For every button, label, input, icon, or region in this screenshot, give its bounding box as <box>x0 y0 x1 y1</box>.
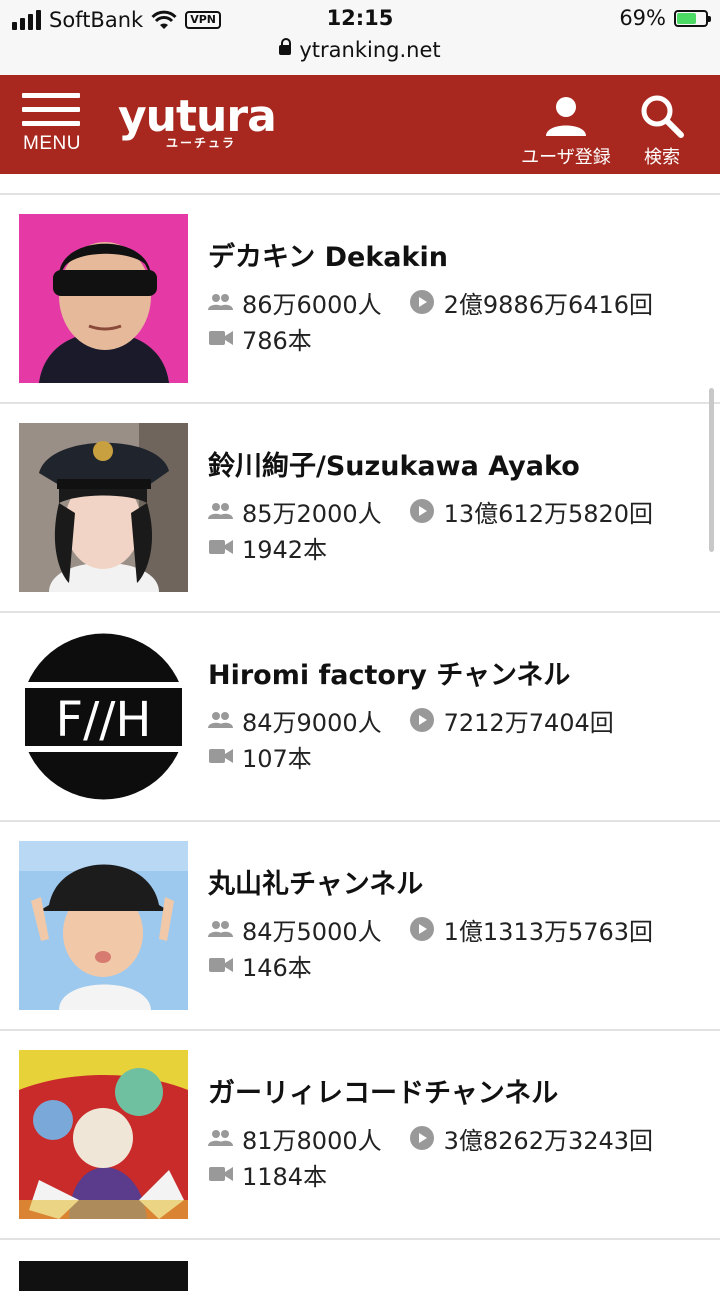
hamburger-icon <box>22 93 82 126</box>
search-label: 検索 <box>644 147 680 168</box>
channel-thumbnail[interactable] <box>19 841 188 1010</box>
play-icon <box>410 917 435 941</box>
subscribers-icon <box>208 292 233 312</box>
clock: 12:15 <box>326 6 394 30</box>
address-bar[interactable]: ytranking.net <box>0 38 720 62</box>
view-count: 2億9886万6416回 <box>443 290 654 319</box>
menu-button[interactable]: MENU <box>22 93 82 155</box>
menu-label: MENU <box>23 133 81 154</box>
view-count: 1億1313万5763回 <box>443 917 654 946</box>
channel-name[interactable]: デカキン Dekakin <box>208 235 448 274</box>
video-camera-icon <box>208 955 233 975</box>
site-logo[interactable]: yutura ユーチュラ <box>118 91 277 150</box>
search-button[interactable]: 検索 <box>636 93 688 169</box>
scrollbar[interactable] <box>709 388 714 552</box>
subscribers-icon <box>208 1128 233 1148</box>
video-camera-icon <box>208 328 233 348</box>
subscribers-icon <box>208 919 233 939</box>
play-icon <box>410 708 435 732</box>
play-icon <box>410 1126 435 1150</box>
video-count: 146本 <box>242 953 312 982</box>
user-icon <box>546 97 586 136</box>
view-count: 13億612万5820回 <box>443 499 654 528</box>
video-count: 1184本 <box>242 1162 328 1191</box>
site-header: MENU yutura ユーチュラ ユーザ登録 検索 <box>0 75 720 174</box>
subscribers-icon <box>208 501 233 521</box>
video-count: 786本 <box>242 326 312 355</box>
play-icon <box>410 499 435 523</box>
video-camera-icon <box>208 1164 233 1184</box>
channel-name[interactable]: 丸山礼チャンネル <box>208 862 423 901</box>
channel-thumbnail[interactable] <box>19 423 188 592</box>
subscribers-icon <box>208 710 233 730</box>
channel-name[interactable]: ガーリィレコードチャンネル <box>208 1071 558 1110</box>
subscriber-count: 81万8000人 <box>242 1126 382 1155</box>
channel-item[interactable]: F//H Hiromi factory チャンネル 84万9000人 7212万… <box>0 613 720 822</box>
channel-name[interactable]: Hiromi factory チャンネル <box>208 653 570 692</box>
user-register-label: ユーザ登録 <box>521 147 611 168</box>
video-camera-icon <box>208 746 233 766</box>
video-count: 107本 <box>242 744 312 773</box>
status-bar: SoftBank VPN 12:15 69% ytranking.net <box>0 0 720 75</box>
user-register-button[interactable]: ユーザ登録 <box>518 93 614 169</box>
channel-name[interactable]: 鈴川絢子/Suzukawa Ayako <box>208 444 580 483</box>
channel-item[interactable]: 丸山礼チャンネル 84万5000人 1億1313万5763回 146本 <box>0 822 720 1031</box>
play-icon <box>410 290 435 314</box>
status-right: 69% <box>619 6 711 30</box>
logo-text: yutura <box>118 91 277 142</box>
video-camera-icon <box>208 537 233 557</box>
subscriber-count: 84万9000人 <box>242 708 382 737</box>
subscriber-count: 85万2000人 <box>242 499 382 528</box>
lock-icon <box>279 38 292 55</box>
channel-item[interactable]: デカキン Dekakin 86万6000人 2億9886万6416回 786本 <box>0 195 720 404</box>
channel-thumbnail-partial[interactable] <box>19 1261 188 1291</box>
channel-list: デカキン Dekakin 86万6000人 2億9886万6416回 786本 <box>0 174 720 1240</box>
view-count: 3億8262万3243回 <box>443 1126 654 1155</box>
subscriber-count: 84万5000人 <box>242 917 382 946</box>
subscriber-count: 86万6000人 <box>242 290 382 319</box>
view-count: 7212万7404回 <box>443 708 614 737</box>
battery-percent: 69% <box>619 6 666 30</box>
url-text: ytranking.net <box>299 38 441 62</box>
channel-thumbnail[interactable]: F//H <box>19 632 188 801</box>
battery-icon <box>674 9 711 27</box>
channel-item[interactable]: ガーリィレコードチャンネル 81万8000人 3億8262万3243回 1184… <box>0 1031 720 1240</box>
thumbnail-logo-text: F//H <box>55 692 151 748</box>
channel-thumbnail[interactable] <box>19 1050 188 1219</box>
search-icon <box>641 95 684 138</box>
channel-thumbnail[interactable] <box>19 214 188 383</box>
channel-item[interactable]: 鈴川絢子/Suzukawa Ayako 85万2000人 13億612万5820… <box>0 404 720 613</box>
video-count: 1942本 <box>242 535 328 564</box>
